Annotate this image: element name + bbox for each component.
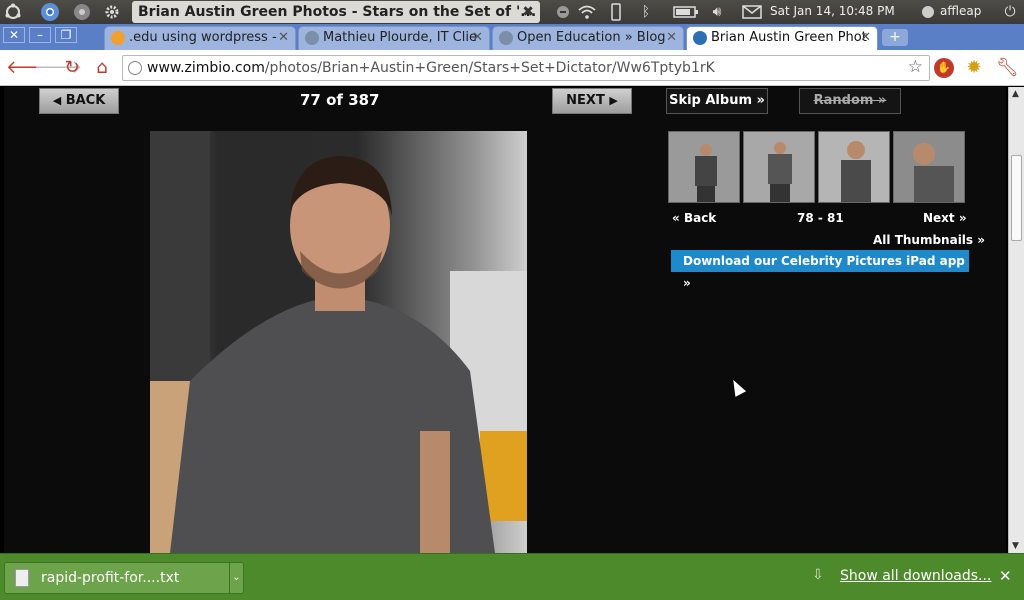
- mail-icon[interactable]: [741, 2, 763, 22]
- tab-close-icon[interactable]: ✕: [860, 27, 871, 49]
- bluetooth-icon[interactable]: ᛒ: [636, 2, 656, 22]
- ubuntu-logo-icon[interactable]: [3, 2, 23, 22]
- download-shelf: rapid-profit-for....txt ⌄ ⇩ Show all dow…: [0, 553, 1024, 600]
- disk-utility-icon[interactable]: [72, 2, 92, 22]
- url-text[interactable]: www.zimbio.com/photos/Brian+Austin+Green…: [147, 60, 715, 76]
- tab-label: Brian Austin Green Phot: [711, 30, 867, 45]
- thumbnail-image: [819, 132, 889, 202]
- scroll-down-arrow-icon[interactable]: ▼: [1012, 541, 1019, 551]
- tab-label: Mathieu Plourde, IT Clie: [323, 30, 477, 45]
- double-right-chevron-icon: »: [958, 211, 967, 225]
- current-photo-number: 77: [300, 91, 321, 109]
- close-download-shelf-icon[interactable]: ✕: [999, 567, 1012, 585]
- bookmark-star-icon[interactable]: ☆: [908, 57, 923, 77]
- back-arrow-icon[interactable]: 🡐: [6, 58, 54, 78]
- blogger-favicon-icon: [111, 31, 125, 45]
- next-button[interactable]: NEXT ▶: [552, 88, 632, 114]
- power-icon[interactable]: ⏻: [1000, 2, 1020, 22]
- total-photo-count: 387: [348, 91, 380, 109]
- download-file-name: rapid-profit-for....txt: [41, 570, 180, 586]
- volume-icon[interactable]: 🔊︎: [707, 2, 727, 22]
- web-page: ◀ BACK 77 of 387 NEXT ▶ Skip Album » Ran…: [0, 87, 1008, 553]
- download-item[interactable]: rapid-profit-for....txt ⌄: [4, 562, 244, 594]
- back-button[interactable]: ◀ BACK: [39, 88, 119, 114]
- right-triangle-icon: ▶: [609, 94, 618, 107]
- back-button-label: BACK: [65, 93, 106, 108]
- system-panel: Brian Austin Green Photos - Stars on the…: [0, 0, 1024, 24]
- thumbnails-back-link[interactable]: « Back: [672, 211, 716, 225]
- window-title-text: Brian Austin Green Photos - Stars on the…: [138, 4, 537, 20]
- next-button-label: NEXT: [566, 93, 605, 108]
- vertical-scrollbar[interactable]: ▲ ▼: [1008, 87, 1024, 553]
- gallery-container: ◀ BACK 77 of 387 NEXT ▶ Skip Album » Ran…: [4, 87, 1006, 553]
- tab-brian-austin-green[interactable]: Brian Austin Green Phot ✕: [686, 26, 878, 50]
- tab-label: .edu using wordpress -: [129, 30, 277, 45]
- adblock-icon[interactable]: ✋: [934, 58, 954, 78]
- thumbnail-80[interactable]: [818, 131, 890, 203]
- forward-arrow-icon[interactable]: 🡒: [34, 58, 82, 78]
- tab-close-icon[interactable]: ✕: [278, 27, 289, 49]
- main-photo[interactable]: [150, 131, 527, 553]
- chrome-launcher-icon[interactable]: [40, 2, 60, 22]
- thumbnail-79[interactable]: [743, 131, 815, 203]
- battery-icon[interactable]: [672, 2, 700, 22]
- random-button[interactable]: Random »: [799, 88, 901, 114]
- thumbnail-81[interactable]: [893, 131, 965, 203]
- window-restore-button[interactable]: ❐: [55, 27, 77, 43]
- tab-close-icon[interactable]: ✕: [472, 27, 483, 49]
- mobile-device-icon[interactable]: [606, 2, 626, 22]
- new-tab-button[interactable]: +: [882, 29, 908, 46]
- thumbnails-next-label: Next: [923, 211, 955, 225]
- skip-album-button[interactable]: Skip Album »: [666, 88, 768, 114]
- scroll-up-arrow-icon[interactable]: ▲: [1012, 89, 1019, 99]
- window-close-button[interactable]: ✕: [3, 27, 25, 43]
- address-bar[interactable]: www.zimbio.com/photos/Brian+Austin+Green…: [122, 55, 930, 81]
- scrollbar-thumb[interactable]: [1011, 155, 1022, 241]
- photo-image: [150, 131, 527, 553]
- browser-toolbar: 🡐 🡒 ↻ ⌂ www.zimbio.com/photos/Brian+Aust…: [0, 50, 1024, 86]
- tab-mathieu-plourde[interactable]: Mathieu Plourde, IT Clie ✕: [298, 26, 490, 50]
- left-triangle-icon: ◀: [52, 94, 62, 107]
- reload-icon[interactable]: ↻: [62, 58, 82, 78]
- double-left-chevron-icon: «: [672, 211, 680, 225]
- tab-open-education[interactable]: Open Education » Blog ✕: [492, 26, 684, 50]
- url-domain: www.zimbio.com: [147, 60, 265, 76]
- zimbio-favicon-icon: [693, 31, 707, 45]
- thumbnails-back-label: Back: [683, 211, 717, 225]
- thumbnail-78[interactable]: [668, 131, 740, 203]
- text-file-icon: [15, 569, 29, 587]
- user-name[interactable]: affleap: [940, 4, 981, 18]
- url-path: /photos/Brian+Austin+Green/Stars+Set+Dic…: [264, 60, 715, 76]
- window-minimize-button[interactable]: –: [29, 27, 51, 43]
- wrench-menu-icon[interactable]: 🔧︎: [996, 58, 1019, 78]
- tab-wordpress[interactable]: .edu using wordpress - ✕: [104, 26, 296, 50]
- of-label: of: [326, 91, 343, 109]
- settings-gear-icon[interactable]: [102, 2, 122, 22]
- wordpress-favicon-icon: [305, 31, 319, 45]
- extension-icon[interactable]: ✹: [964, 58, 984, 78]
- window-title[interactable]: Brian Austin Green Photos - Stars on the…: [132, 1, 540, 23]
- all-thumbnails-link[interactable]: All Thumbnails »: [873, 233, 985, 247]
- photo-counter: 77 of 387: [300, 91, 380, 109]
- tab-strip: ✕ – ❐ .edu using wordpress - ✕ Mathieu P…: [0, 24, 1024, 50]
- user-status-icon: [918, 2, 938, 22]
- download-arrow-icon: ⇩: [812, 567, 824, 583]
- wordpress-favicon-icon: [499, 31, 513, 45]
- thumbnail-image: [894, 132, 964, 202]
- ipad-app-banner[interactable]: Download our Celebrity Pictures iPad app…: [671, 250, 969, 290]
- globe-icon: [128, 61, 142, 75]
- record-icon[interactable]: [553, 2, 573, 22]
- tab-label: Open Education » Blog: [517, 30, 666, 45]
- home-icon[interactable]: ⌂: [92, 58, 112, 78]
- thumbnails-next-link[interactable]: Next »: [923, 211, 967, 225]
- thumbnail-image: [744, 132, 814, 202]
- download-menu-chevron-icon[interactable]: ⌄: [229, 563, 243, 593]
- thumbnail-range: 78 - 81: [797, 211, 844, 225]
- wifi-icon[interactable]: [577, 2, 597, 22]
- show-all-downloads-link[interactable]: Show all downloads...: [840, 568, 991, 584]
- tab-close-icon[interactable]: ✕: [666, 27, 677, 49]
- window-close-icon[interactable]: ✖: [522, 1, 534, 23]
- thumbnail-image: [669, 132, 739, 202]
- clock[interactable]: Sat Jan 14, 10:48 PM: [770, 4, 895, 18]
